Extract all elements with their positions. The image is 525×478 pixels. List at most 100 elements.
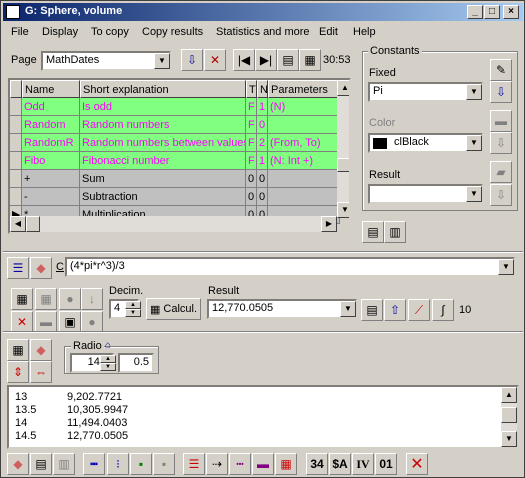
maximize-button[interactable]: □ [484, 5, 500, 19]
chevron-down-icon[interactable]: ▼ [466, 84, 482, 100]
chevron-down-icon[interactable]: ▼ [340, 301, 356, 317]
format-roman-button[interactable]: IV [352, 453, 374, 475]
row-indicator[interactable] [10, 152, 22, 170]
eraser-icon[interactable]: ◆ [7, 453, 29, 475]
scroll-left-icon[interactable]: ◀ [10, 216, 26, 232]
col-name-header[interactable]: Name [22, 80, 80, 98]
line-purple-icon[interactable]: ▬ [252, 453, 274, 475]
first-record-icon[interactable]: |◀ [233, 49, 255, 71]
table-row[interactable]: - Subtraction 0 0 [10, 188, 340, 206]
table-icon[interactable]: ▦ [35, 288, 57, 310]
arrow-right-icon[interactable]: ⇢ [206, 453, 228, 475]
calculate-button[interactable]: ▦ Calcul. [146, 298, 201, 320]
cell-t[interactable]: 0 [246, 188, 257, 206]
menu-edit[interactable]: Edit [319, 26, 338, 38]
page-select[interactable]: MathDates [41, 51, 171, 71]
eraser-icon[interactable]: ◆ [30, 339, 52, 361]
cell-name[interactable]: + [22, 170, 80, 188]
scroll-down-icon[interactable]: ▼ [337, 202, 349, 218]
menu-help[interactable]: Help [353, 26, 376, 38]
cell-name[interactable]: Fibo [22, 152, 80, 170]
output-list[interactable]: 13 9,202.7721 13.5 10,305.9947 14 11,494.04… [7, 385, 519, 449]
scroll-down-icon[interactable]: ▼ [501, 431, 517, 447]
scale-icon[interactable]: ⇕ [7, 361, 29, 383]
scroll-thumb[interactable] [501, 407, 517, 423]
lines-icon[interactable]: ☰ [183, 453, 205, 475]
radio-step-field[interactable]: 0.5 [118, 353, 154, 373]
range-icon[interactable]: ⇔ [30, 361, 52, 383]
cell-expl[interactable]: Random numbers [80, 116, 246, 134]
row-indicator[interactable] [10, 116, 22, 134]
cell-expl[interactable]: Random numbers between values [80, 134, 246, 152]
format-currency-button[interactable]: $A [329, 453, 351, 475]
result-field[interactable]: 12,770.0505 [207, 299, 357, 319]
cell-expl[interactable]: Is odd [80, 98, 246, 116]
menu-file[interactable]: File [11, 26, 29, 38]
cell-n[interactable]: 0 [257, 188, 268, 206]
cell-params[interactable]: (N: Int +) [268, 152, 340, 170]
cell-n[interactable]: 2 [257, 134, 268, 152]
arrow-down-icon[interactable]: ⇩ [181, 49, 203, 71]
spin-up-icon[interactable]: ▲ [125, 301, 141, 309]
cell-params[interactable] [268, 116, 340, 134]
calculate-icon[interactable]: ▦ [11, 288, 33, 310]
cell-expl[interactable]: Sum [80, 170, 246, 188]
row-indicator[interactable] [10, 134, 22, 152]
cell-t[interactable]: 0 [246, 170, 257, 188]
cell-expl[interactable]: Subtraction [80, 188, 246, 206]
step-icon[interactable]: ↓ [81, 288, 103, 310]
dot-green-icon[interactable]: ▪ [130, 453, 152, 475]
disabled-icon[interactable]: ▬ [490, 110, 512, 132]
row-indicator[interactable] [10, 188, 22, 206]
minimize-button[interactable]: _ [467, 5, 483, 19]
last-record-icon[interactable]: ▶| [255, 49, 277, 71]
cell-t[interactable]: F [246, 152, 257, 170]
col-t-header[interactable]: T [246, 80, 257, 98]
copy-pages-icon[interactable]: ▤ [277, 49, 299, 71]
cell-n[interactable]: 0 [257, 170, 268, 188]
col-parameters-header[interactable]: Parameters [268, 80, 340, 98]
col-n-header[interactable]: N [257, 80, 268, 98]
dots-blue-icon[interactable]: ⁝ [107, 453, 129, 475]
copy-icon[interactable]: ▤ [362, 221, 384, 243]
spin-down-icon[interactable]: ▼ [100, 363, 116, 371]
spin-down-icon[interactable]: ▼ [125, 309, 141, 317]
grid-vscroll[interactable]: ▲ ▼ [337, 80, 349, 218]
dashed-purple-icon[interactable]: ┅ [229, 453, 251, 475]
cell-params[interactable]: (N) [268, 98, 340, 116]
scroll-up-icon[interactable]: ▲ [501, 387, 517, 403]
cell-params[interactable] [268, 188, 340, 206]
table-row[interactable]: Fibo Fibonacci number F 1 (N: Int +) [10, 152, 340, 170]
scroll-right-icon[interactable]: ▶ [321, 216, 337, 232]
copy-result-icon[interactable]: ▤ [361, 299, 383, 321]
dotted-line-icon[interactable]: ┅ [83, 453, 105, 475]
comment-icon[interactable]: ● [81, 311, 103, 333]
eraser-icon[interactable]: ◆ [30, 257, 52, 279]
scroll-thumb[interactable] [337, 158, 349, 172]
save-icon[interactable]: ▣ [59, 311, 81, 333]
cell-n[interactable]: 1 [257, 98, 268, 116]
disabled-icon[interactable]: ▰ [490, 161, 512, 183]
edit-constant-icon[interactable]: ✎ [490, 59, 512, 81]
menu-copy-results[interactable]: Copy results [142, 26, 203, 38]
grid-icon[interactable]: ▦ [7, 339, 29, 361]
arrow-down-icon[interactable]: ⇩ [490, 81, 512, 103]
up-icon[interactable]: ⇧ [384, 299, 406, 321]
cell-t[interactable]: F [246, 134, 257, 152]
cell-t[interactable]: F [246, 116, 257, 134]
menu-display[interactable]: Display [42, 26, 78, 38]
document-icon[interactable]: ▤ [30, 453, 52, 475]
cell-name[interactable]: RandomR [22, 134, 80, 152]
scroll-up-icon[interactable]: ▲ [337, 80, 349, 96]
output-vscroll[interactable]: ▲ ▼ [501, 387, 517, 447]
edit-icon[interactable]: ▬ [35, 311, 57, 333]
paste-icon[interactable]: ▥ [384, 221, 406, 243]
col-explanation-header[interactable]: Short explanation [80, 80, 246, 98]
menu-statistics[interactable]: Statistics and more [216, 26, 310, 38]
chevron-down-icon[interactable]: ▼ [154, 53, 170, 69]
hscroll-thumb[interactable] [26, 216, 40, 232]
close-button[interactable]: × [503, 5, 519, 19]
cell-n[interactable]: 0 [257, 116, 268, 134]
table-row[interactable]: Random Random numbers F 0 [10, 116, 340, 134]
grid-color-icon[interactable]: ▦ [275, 453, 297, 475]
